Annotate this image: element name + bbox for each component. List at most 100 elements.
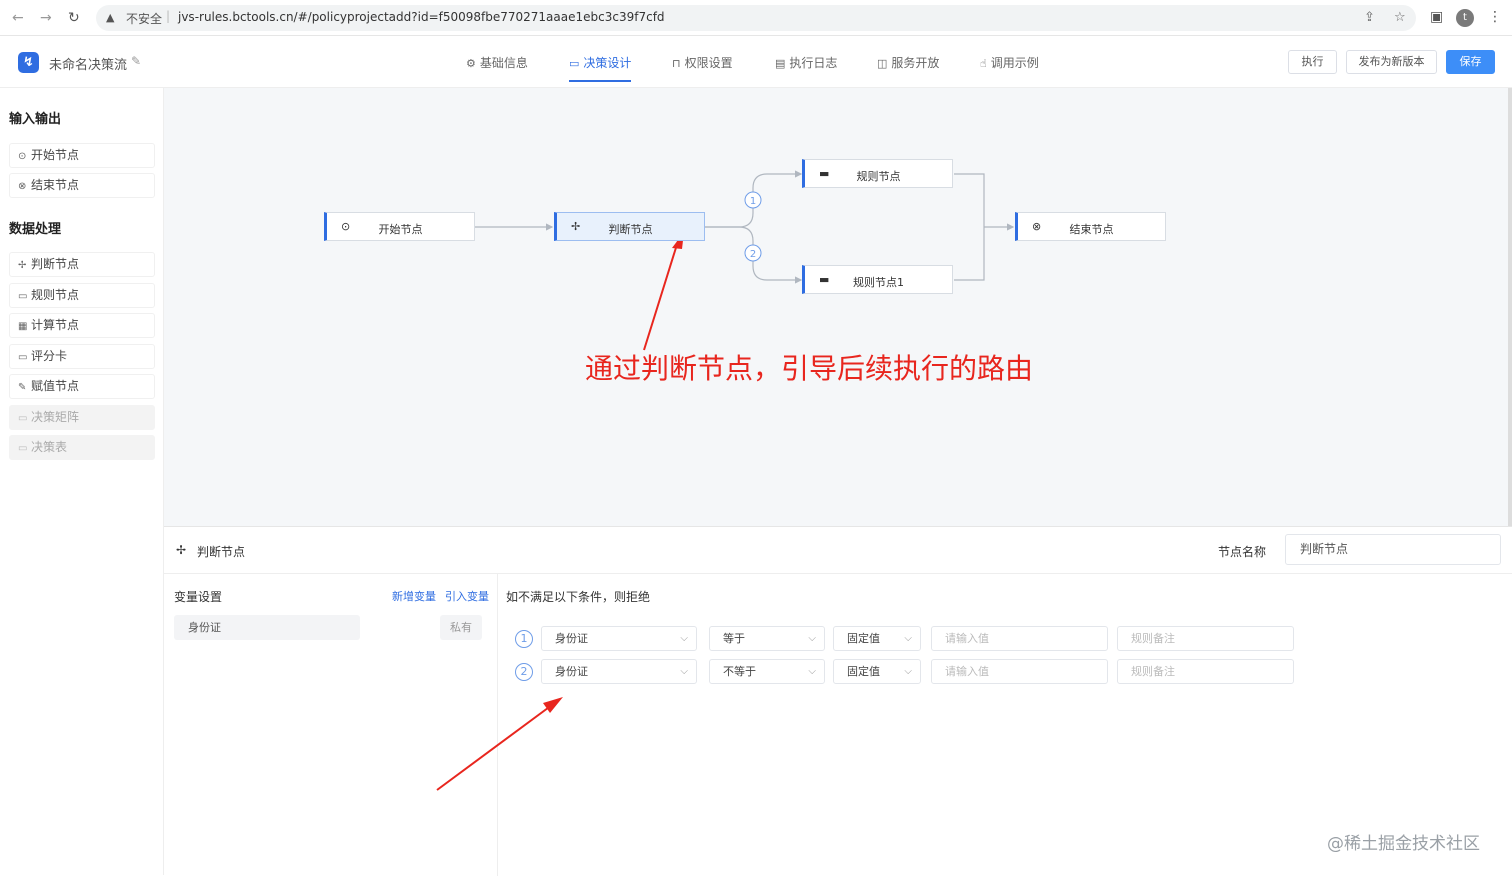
- variable-scope-badge[interactable]: 私有: [440, 615, 482, 640]
- node-label: 规则节点: [856, 170, 901, 183]
- palette-item-start[interactable]: ⊙ 开始节点: [9, 143, 155, 168]
- app-header: ↯ 未命名决策流 ✎ ⚙ 基础信息 ▭ 决策设计 ⊓ 权限设置 ▤ 执行日志 ◫ 服务开放…: [0, 36, 1512, 88]
- tab-call-example[interactable]: ☝ 调用示例: [980, 54, 1039, 82]
- select-value: 固定值: [847, 632, 880, 645]
- publish-button[interactable]: 发布为新版本: [1346, 50, 1437, 74]
- value-input[interactable]: 请输入值: [931, 659, 1108, 684]
- tab-execution-log[interactable]: ▤ 执行日志: [775, 54, 837, 82]
- edit-icon: ✎: [18, 382, 27, 393]
- node-name-label: 节点名称: [1218, 545, 1267, 559]
- card-icon: ▭: [18, 291, 28, 302]
- add-variable-link[interactable]: 新增变量: [392, 588, 436, 604]
- chevron-down-icon: ⌵: [904, 633, 912, 644]
- select-value: 固定值: [847, 665, 880, 678]
- node-config-panel: ✢ 判断节点 节点名称 判断节点 变量设置 新增变量 引入变量 身份证 私有 如…: [164, 526, 1512, 876]
- variable-settings: 变量设置 新增变量 引入变量 身份证 私有: [164, 574, 498, 876]
- operator-select[interactable]: 等于 ⌵: [709, 626, 825, 651]
- watermark: @稀土掘金技术社区: [1327, 834, 1480, 854]
- palette-item-scorecard[interactable]: ▭ 评分卡: [9, 344, 155, 369]
- tab-service-open[interactable]: ◫ 服务开放: [877, 54, 939, 82]
- address-bar[interactable]: ▲ 不安全 | jvs-rules.bctools.cn/#/policypro…: [96, 5, 1416, 31]
- document-icon: ▤: [775, 57, 786, 70]
- monitor-icon: ▭: [569, 57, 580, 70]
- node-palette: 输入输出 ⊙ 开始节点 ⊗ 结束节点 数据处理 ✢ 判断节点 ▭ 规则节点 ▦ 计算节点 …: [0, 88, 164, 875]
- palette-item-label: 评分卡: [31, 349, 68, 363]
- execute-button[interactable]: 执行: [1288, 50, 1337, 74]
- flow-canvas[interactable]: 1 2 ⊙ 开始节点 ✢ 判断节点 ▬ 规则节点 ▬ 规则节点1 ⊗ 结束节点: [164, 88, 1508, 526]
- tab-label: 执行日志: [789, 56, 838, 70]
- tab-decision-design[interactable]: ▭ 决策设计: [569, 54, 632, 82]
- palette-item-assign[interactable]: ✎ 赋值节点: [9, 374, 155, 399]
- security-label[interactable]: 不安全: [126, 10, 162, 27]
- chevron-down-icon: ⌵: [808, 666, 816, 677]
- browser-toolbar: ← → ↻ ▲ 不安全 | jvs-rules.bctools.cn/#/pol…: [0, 0, 1512, 36]
- panel-node-type: 判断节点: [197, 545, 246, 559]
- palette-item-calc[interactable]: ▦ 计算节点: [9, 313, 155, 338]
- warning-icon[interactable]: ▲: [106, 11, 114, 24]
- condition-number: 1: [515, 630, 533, 648]
- rule-note-input[interactable]: 规则备注: [1117, 626, 1294, 651]
- tab-permissions[interactable]: ⊓ 权限设置: [672, 54, 733, 82]
- reload-icon[interactable]: ↻: [68, 10, 80, 26]
- value-type-select[interactable]: 固定值 ⌵: [833, 659, 921, 684]
- condition-number: 2: [515, 663, 533, 681]
- sidebar-toggle-icon[interactable]: ▣: [1430, 9, 1443, 25]
- play-circle-icon: ⊙: [18, 151, 27, 162]
- edit-title-icon[interactable]: ✎: [131, 54, 141, 68]
- palette-item-label: 开始节点: [31, 148, 80, 162]
- branch-label-2: 2: [750, 249, 756, 260]
- section-title-processing: 数据处理: [9, 222, 62, 237]
- thumb-icon: ☝: [980, 57, 987, 70]
- palette-item-label: 赋值节点: [31, 379, 80, 393]
- tab-basic-info[interactable]: ⚙ 基础信息: [466, 54, 528, 82]
- rule-note-input[interactable]: 规则备注: [1117, 659, 1294, 684]
- node-name-input[interactable]: 判断节点: [1285, 534, 1501, 565]
- value-type-select[interactable]: 固定值 ⌵: [833, 626, 921, 651]
- select-value: 等于: [723, 632, 745, 645]
- field-select[interactable]: 身份证 ⌵: [541, 626, 697, 651]
- palette-item-judge[interactable]: ✢ 判断节点: [9, 252, 155, 277]
- save-button[interactable]: 保存: [1446, 50, 1495, 74]
- annotation-text: 通过判断节点，引导后续执行的路由: [585, 352, 1034, 385]
- more-menu-icon[interactable]: ⋮: [1488, 9, 1502, 25]
- card-icon: ▭: [18, 443, 28, 454]
- value-input[interactable]: 请输入值: [931, 626, 1108, 651]
- palette-item-end[interactable]: ⊗ 结束节点: [9, 173, 155, 198]
- flow-node-rule1[interactable]: ▬ 规则节点1: [802, 265, 953, 294]
- flow-node-start[interactable]: ⊙ 开始节点: [324, 212, 475, 241]
- forward-icon[interactable]: →: [40, 10, 52, 26]
- select-value: 不等于: [723, 665, 756, 678]
- star-icon[interactable]: ☆: [1394, 10, 1406, 25]
- profile-avatar[interactable]: t: [1456, 9, 1474, 27]
- import-variable-link[interactable]: 引入变量: [445, 588, 489, 604]
- node-label: 开始节点: [378, 223, 423, 236]
- card-icon: ▭: [18, 352, 28, 363]
- branch-label-1: 1: [750, 196, 756, 207]
- back-icon[interactable]: ←: [12, 10, 24, 26]
- field-select[interactable]: 身份证 ⌵: [541, 659, 697, 684]
- flow-node-rule[interactable]: ▬ 规则节点: [802, 159, 953, 188]
- tab-label: 决策设计: [583, 56, 632, 70]
- section-title-io: 输入输出: [9, 112, 62, 127]
- select-value: 身份证: [555, 665, 588, 678]
- share-icon[interactable]: ⇪: [1364, 10, 1375, 25]
- address-separator: |: [166, 9, 171, 23]
- chevron-down-icon: ⌵: [680, 633, 688, 644]
- tab-label: 基础信息: [479, 56, 528, 70]
- variable-item[interactable]: 身份证: [174, 615, 360, 640]
- canvas-scrollbar[interactable]: [1508, 88, 1512, 526]
- edge-merge: [954, 173, 985, 281]
- operator-select[interactable]: 不等于 ⌵: [709, 659, 825, 684]
- panel-header: ✢ 判断节点 节点名称 判断节点: [164, 527, 1512, 574]
- node-label: 判断节点: [608, 223, 653, 236]
- flow-node-end[interactable]: ⊗ 结束节点: [1015, 212, 1166, 241]
- chevron-down-icon: ⌵: [904, 666, 912, 677]
- url-text[interactable]: jvs-rules.bctools.cn/#/policyprojectadd?…: [178, 10, 665, 24]
- flow-title: 未命名决策流: [49, 58, 128, 73]
- tab-label: 服务开放: [891, 56, 940, 70]
- flow-node-judge[interactable]: ✢ 判断节点: [554, 212, 705, 241]
- palette-item-rule[interactable]: ▭ 规则节点: [9, 283, 155, 308]
- flow-edges: 1 2: [475, 170, 1015, 351]
- palette-item-table: ▭ 决策表: [9, 435, 155, 460]
- palette-item-label: 判断节点: [31, 257, 80, 271]
